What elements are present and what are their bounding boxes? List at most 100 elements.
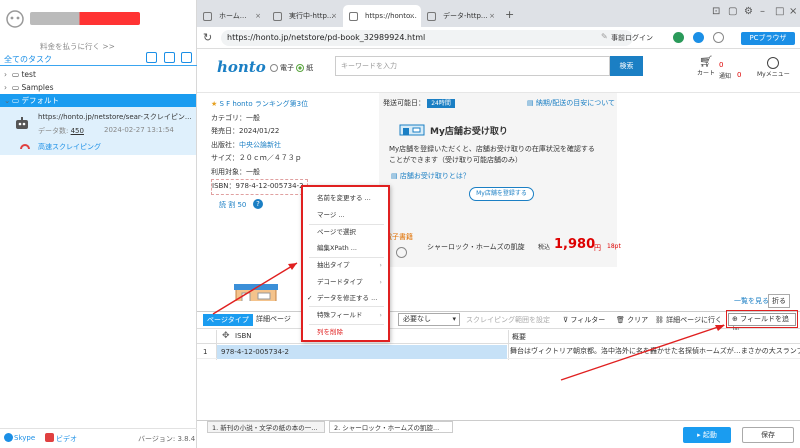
clear-button[interactable]: 🗑︎ クリア [616,315,648,325]
register-store-button[interactable]: My店舗を登録する [469,187,534,201]
close-icon[interactable]: × [409,5,415,27]
task-url[interactable]: https://honto.jp/netstore/sear-スクレイピン... [38,112,192,122]
menu-edit-xpath[interactable]: 編集XPath ... [303,241,388,255]
tree-label: デフォルト [21,96,59,105]
reload-icon[interactable]: ↻ [203,31,212,44]
new-tab-icon[interactable]: + [505,8,514,21]
radio-ebook-buy[interactable] [396,247,407,258]
eta-text: 納期/配送の目安について [535,99,615,107]
close-icon[interactable]: × [255,5,261,27]
isbn[interactable]: ISBN：978-4-12-005734-2 [211,179,309,195]
url-input[interactable]: https://honto.jp/netstore/pd-book_329899… [221,30,633,46]
video-link[interactable]: ビデオ [56,434,77,444]
page-type-tab[interactable]: ページタイプ [203,314,253,326]
start-button[interactable]: ▸ 起動 [683,427,731,443]
keyword-input[interactable]: キーワードを入力 [335,56,610,76]
tab-running[interactable]: 実行中-http... × [267,5,343,27]
pre-login-button[interactable]: 事前ログイン [611,33,653,43]
menu-fix-data[interactable]: ✓ データを修正する ... [303,291,388,305]
help-icon[interactable]: ? [253,199,263,209]
add-folder-icon[interactable] [164,52,175,63]
menu-rename[interactable]: 名前を変更する ... [303,191,388,205]
column-isbn[interactable]: ISBN [235,332,252,340]
scrape-mode-link[interactable]: 高速スクレイピング [38,142,101,152]
maximize-icon[interactable]: □ [775,6,784,17]
notice-label[interactable]: 通知 [719,71,731,80]
extension-icon[interactable] [673,32,684,43]
go-detail-button[interactable]: ⛓︎ 詳細ページに行く [655,315,722,325]
menu-decode-type[interactable]: デコードタイプ › [303,275,388,289]
bottom-tab-2[interactable]: 2. シャーロック・ホームズの凱旋... [329,421,453,433]
version: バージョン: 3.8.4 [138,435,196,443]
avatar-icon[interactable] [5,9,25,29]
tab-data[interactable]: データ-http... × [421,5,501,27]
my-menu[interactable]: Myメニュー [757,57,790,78]
close-icon[interactable]: × [331,5,337,27]
need-select[interactable]: 必要なし ▾ [398,313,460,326]
ebook-title[interactable]: シャーロック・ホームズの凱旋 [427,242,525,252]
publisher-link[interactable]: 中央公論新社 [239,141,281,149]
menu-label: デコードタイプ [317,278,363,286]
award-icon: ★ [211,100,218,108]
tasks-title[interactable]: 全てのタスク [4,54,52,65]
tab-honto[interactable]: https://honto... × [343,5,421,27]
message-icon[interactable]: ▢ [728,6,737,17]
rank-text: S F honto ランキング第3位 [219,100,309,108]
ranking[interactable]: ★ S F honto ランキング第3位 [211,98,308,112]
window-close-icon[interactable]: × [789,6,797,17]
yomiwari[interactable]: 読 割 50 [219,200,246,210]
start-label: 起動 [702,431,717,439]
detail-page-tab[interactable]: 詳細ページ [256,314,291,324]
list-view-link[interactable]: 一覧を見る [734,296,769,306]
info-icon[interactable] [713,32,724,43]
minimize-icon[interactable]: – [760,6,765,17]
tree-label: test [21,70,36,79]
tree-item-samples[interactable]: › ▭ Samples [0,81,196,94]
tab-home[interactable]: ホーム... × [197,5,267,27]
format-radio[interactable]: 電子 紙 [270,63,313,73]
window-icon[interactable]: ⊡ [712,6,720,17]
menu-delete-column[interactable]: 列を削除 [303,325,388,339]
radio-ebook[interactable] [270,64,278,72]
menu-divider [309,306,384,307]
radio-paper[interactable] [296,64,305,72]
skype-icon[interactable] [4,433,13,442]
tree-item-test[interactable]: › ▭ test [0,68,196,81]
menu-extract-type[interactable]: 抽出タイプ › [303,258,388,272]
pay-link[interactable]: 料金を払うに行く >> [40,41,115,52]
move-icon[interactable]: ✥ [222,331,230,341]
filter-button[interactable]: ⊽ フィルター [563,315,605,325]
import-icon[interactable] [146,52,157,63]
user-icon[interactable] [693,32,704,43]
video-icon[interactable] [45,433,54,442]
cart-button[interactable]: 🛒︎ カート [697,55,715,77]
column-summary[interactable]: 概要 [512,332,526,342]
menu-special-field[interactable]: 特殊フィールド › [303,308,388,322]
doc-icon: ▤ [527,99,536,107]
speed-icon [20,141,30,150]
tree-item-default[interactable]: ⌄ ▭ デフォルト [0,94,196,107]
cell-isbn[interactable]: 978-4-12-005734-2 [217,345,507,359]
close-icon[interactable]: × [489,5,495,27]
menu-merge[interactable]: マージ ... [303,208,388,222]
tree-label: Samples [21,83,54,92]
site-logo[interactable]: honto [217,58,266,76]
fold-button[interactable]: 折る [768,294,790,308]
save-button[interactable]: 保存 [742,427,794,443]
skype-link[interactable]: Skype [14,434,35,442]
currency: 円 [594,244,601,252]
search-button[interactable]: 検索 [610,56,643,76]
menu-label: データを修正する ... [317,294,378,302]
scrape-range-button[interactable]: スクレイピング範囲を設定 [466,315,550,325]
menu-select-on-page[interactable]: ページで選択 [303,225,388,239]
pc-browser-button[interactable]: PCブラウザ [741,32,795,45]
bottom-tab-1[interactable]: 1. 新刊の小説・文学の紙の本の一... [207,421,325,433]
count-value[interactable]: 450 [71,127,84,135]
gear-icon[interactable]: ⚙ [744,6,753,17]
row-number: 1 [203,348,208,356]
eta-link[interactable]: ▤ 納期/配送の目安について [527,98,615,108]
store-info-link[interactable]: ▤ 店舗お受け取りとは？ [391,171,470,181]
edit-icon[interactable]: ✎ [601,32,608,41]
cell-summary[interactable]: 舞台はヴィクトリア朝京都。洛中洛外に名を轟かせた名探偵ホームズが…まさかの大スラ… [510,346,800,356]
export-icon[interactable] [181,52,192,63]
